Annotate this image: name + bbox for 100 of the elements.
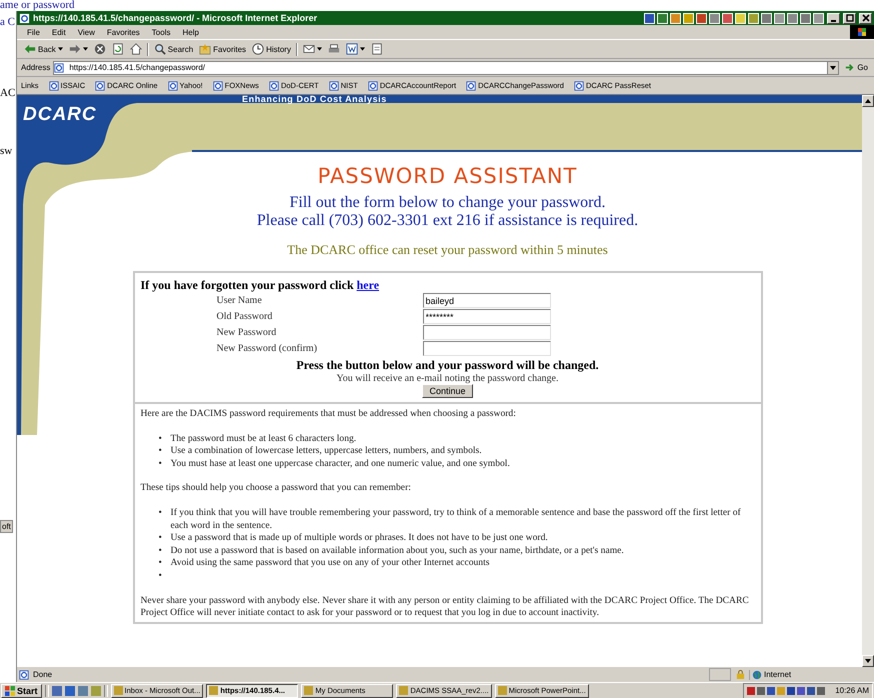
- link-text[interactable]: a C: [0, 17, 15, 28]
- address-field[interactable]: https://140.185.41.5/changepassword/: [53, 60, 840, 74]
- scroll-up-button[interactable]: [862, 95, 874, 107]
- tips-intro: These tips should help you choose a password that you can remember:: [140, 482, 412, 495]
- forward-button[interactable]: [68, 43, 89, 55]
- app-icon[interactable]: [800, 12, 811, 24]
- field-label: User Name: [216, 294, 263, 308]
- input-field[interactable]: [422, 341, 550, 356]
- close-button[interactable]: [859, 12, 872, 24]
- site-logo: DCARC: [23, 104, 97, 126]
- minimize-button[interactable]: [827, 12, 840, 24]
- home-button[interactable]: [128, 43, 143, 55]
- mail-button[interactable]: [302, 43, 323, 55]
- globe-icon: [752, 670, 762, 680]
- app-icon[interactable]: [761, 12, 772, 24]
- here-link[interactable]: here: [356, 278, 380, 292]
- tip-item: Do not use a password that is based on available information about you, such as your name, birthdate, or a pet's name.: [170, 544, 624, 558]
- app-icon[interactable]: [657, 12, 668, 24]
- favorites-button[interactable]: Favorites: [198, 43, 248, 55]
- menu-item[interactable]: Favorites: [106, 28, 140, 36]
- app-icon: [209, 686, 218, 695]
- app-icon[interactable]: [64, 686, 75, 696]
- edit-button[interactable]: [344, 43, 366, 55]
- page-icon: [19, 670, 29, 680]
- app-icon[interactable]: [644, 12, 655, 24]
- arrow-icon: [844, 62, 856, 73]
- print-button[interactable]: [326, 43, 341, 55]
- bullet-text: •: [158, 544, 163, 558]
- app-icon[interactable]: [683, 12, 694, 24]
- tip-item: If you think that you will have trouble remembering your password, try to think of a memorable sentence and base the password off the first letter of each word in the sentence.: [170, 506, 742, 532]
- field-label: Old Password: [216, 310, 274, 324]
- app-icon[interactable]: [735, 12, 746, 24]
- tip-item: Avoid using the same password that you use on any of your other Internet accounts: [170, 557, 490, 570]
- discuss-button[interactable]: [370, 43, 384, 55]
- status-text: Done: [33, 670, 54, 679]
- app-icon[interactable]: [670, 12, 681, 24]
- page-icon: [95, 80, 106, 90]
- back-button[interactable]: Back: [23, 43, 64, 55]
- requirement-item: You must hase at least one uppercase character, and one numeric value, and one symbol.: [170, 458, 510, 470]
- menu-item[interactable]: Help: [182, 28, 199, 36]
- page-icon: [368, 80, 378, 90]
- refresh-icon: [112, 43, 124, 55]
- app-icon[interactable]: [709, 12, 720, 24]
- instruction-text: Press the button below and your password will be changed.: [295, 358, 600, 373]
- window-button[interactable]: oft: [0, 520, 13, 533]
- field-label: New Password: [216, 326, 278, 340]
- intro-text: Please call (703) 602-3301 ext 216 if assistance is required.: [256, 212, 638, 230]
- app-icon: [304, 686, 314, 695]
- page-icon: [268, 80, 279, 90]
- caret-icon: [82, 47, 88, 51]
- app-icon[interactable]: [787, 12, 798, 24]
- page-icon: [466, 80, 476, 90]
- forgot-password-text: If you have forgotten your password click here: [140, 278, 380, 293]
- input-field[interactable]: baileyd: [422, 293, 550, 308]
- requirement-item: Use a combination of lowercase letters, uppercase letters, numbers, and symbols.: [170, 445, 482, 458]
- caret-icon: [58, 47, 63, 51]
- star-folder-icon: [199, 43, 212, 55]
- app-icon[interactable]: [696, 12, 707, 24]
- field-label: New Password (confirm): [216, 342, 318, 356]
- link-text[interactable]: ame or password: [0, 0, 130, 11]
- clock: 10:26 AM: [835, 686, 869, 695]
- input-field[interactable]: ********: [422, 309, 550, 324]
- page-text: sw: [0, 146, 12, 157]
- notice-text: The DCARC office can reset your password within 5 minutes: [287, 242, 608, 258]
- mail-icon: [302, 43, 315, 55]
- maximize-button[interactable]: [843, 12, 856, 24]
- scroll-down-button[interactable]: [862, 655, 874, 667]
- go-button[interactable]: Go: [842, 62, 870, 73]
- app-icon[interactable]: [813, 12, 824, 24]
- stop-button[interactable]: [92, 43, 107, 55]
- page-icon: [212, 80, 223, 90]
- start-button[interactable]: Start: [1, 684, 42, 698]
- bullet-text: •: [158, 557, 163, 570]
- dropdown-button[interactable]: [827, 62, 838, 74]
- zone-text: Internet: [764, 670, 792, 679]
- menu-item[interactable]: Tools: [152, 28, 170, 36]
- bullet-text: •: [158, 432, 163, 446]
- app-icon[interactable]: [52, 686, 62, 696]
- scrollbar[interactable]: [862, 95, 874, 667]
- history-button[interactable]: History: [251, 43, 292, 55]
- close-icon: [862, 14, 870, 22]
- forward-icon: [68, 43, 81, 55]
- search-button[interactable]: Search: [152, 43, 194, 55]
- input-field[interactable]: [422, 325, 550, 340]
- clock-icon: [252, 43, 264, 55]
- app-icon[interactable]: [722, 12, 733, 24]
- menu-item[interactable]: Edit: [52, 28, 66, 36]
- refresh-button[interactable]: [110, 43, 125, 55]
- menu-item[interactable]: File: [27, 28, 40, 36]
- page-icon: [328, 80, 339, 90]
- continue-button[interactable]: Continue: [422, 384, 473, 398]
- printer-icon: [328, 43, 340, 55]
- app-icon[interactable]: [748, 12, 759, 24]
- maximize-icon: [846, 14, 854, 22]
- menu-item[interactable]: View: [78, 28, 95, 36]
- requirement-item: The password must be at least 6 characters long.: [170, 432, 356, 446]
- address-label: Address: [21, 63, 50, 72]
- app-icon[interactable]: [774, 12, 785, 24]
- search-icon: [154, 43, 166, 55]
- caret-icon: [830, 66, 836, 70]
